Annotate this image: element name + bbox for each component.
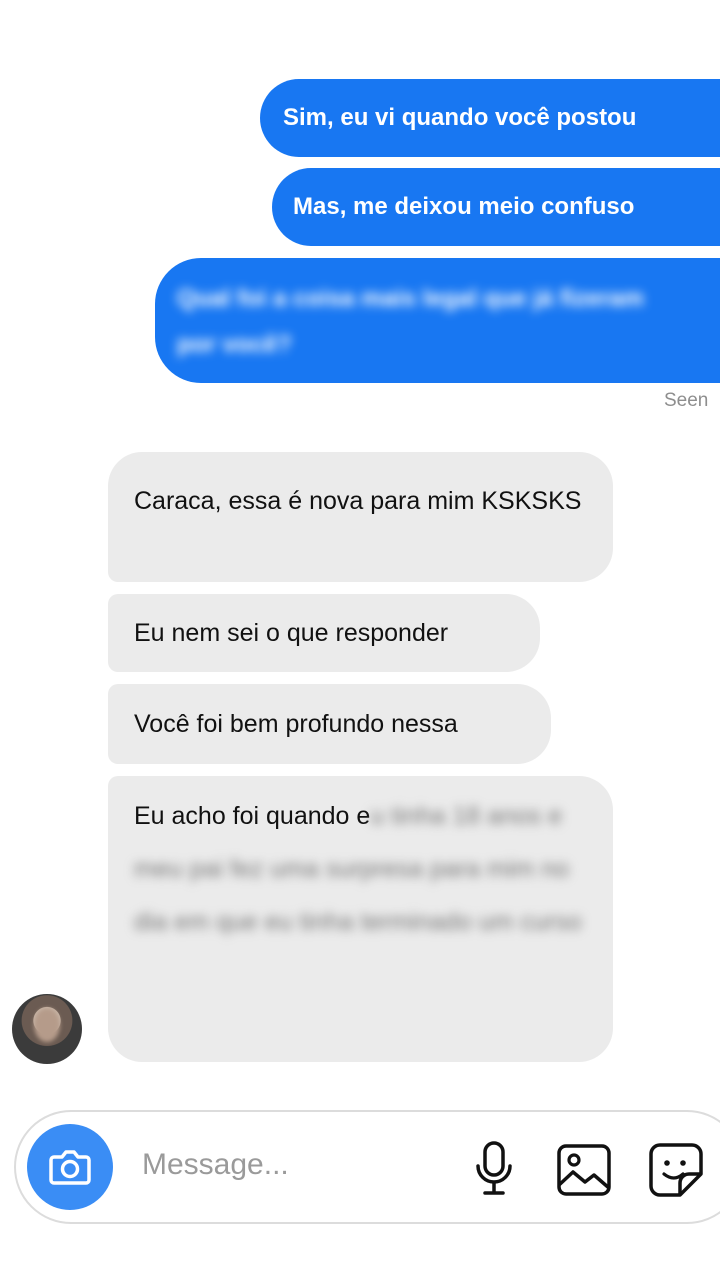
received-message-text: Caraca, essa é nova para mim KSKSKS [134, 487, 582, 515]
received-message-text: Você foi bem profundo nessa [134, 709, 458, 738]
avatar-face [34, 1008, 60, 1042]
message-composer [14, 1110, 720, 1224]
sent-message-text: Qual foi a coisa mais legal que já fizer… [177, 285, 644, 358]
message-input[interactable]: Message... [142, 1148, 289, 1182]
camera-icon [49, 1150, 91, 1185]
received-message[interactable]: Você foi bem profundo nessa [108, 684, 551, 764]
received-message[interactable]: Eu nem sei o que responder [108, 594, 540, 672]
camera-button[interactable] [27, 1124, 113, 1210]
sent-message-text: Sim, eu vi quando você postou [283, 104, 637, 131]
sent-message-blurred[interactable]: Qual foi a coisa mais legal que já fizer… [155, 258, 720, 383]
received-message-text: Eu nem sei o que responder [134, 618, 449, 647]
sent-message[interactable]: Sim, eu vi quando você postou [260, 79, 720, 157]
received-message-partially-blurred[interactable]: Eu acho foi quando eu tinha 18 anos e me… [108, 776, 613, 1062]
received-message-text: Eu acho foi quando e [134, 802, 371, 830]
seen-indicator: Seen [664, 390, 709, 411]
sticker-icon[interactable] [648, 1142, 704, 1198]
received-message[interactable]: Caraca, essa é nova para mim KSKSKS [108, 452, 613, 582]
sent-message[interactable]: Mas, me deixou meio confuso [272, 168, 720, 246]
chat-screen: Sim, eu vi quando você postou Mas, me de… [0, 0, 720, 1280]
sent-message-text: Mas, me deixou meio confuso [293, 193, 635, 220]
contact-avatar[interactable] [12, 994, 82, 1064]
microphone-icon[interactable] [474, 1140, 514, 1198]
gallery-icon[interactable] [556, 1143, 612, 1197]
